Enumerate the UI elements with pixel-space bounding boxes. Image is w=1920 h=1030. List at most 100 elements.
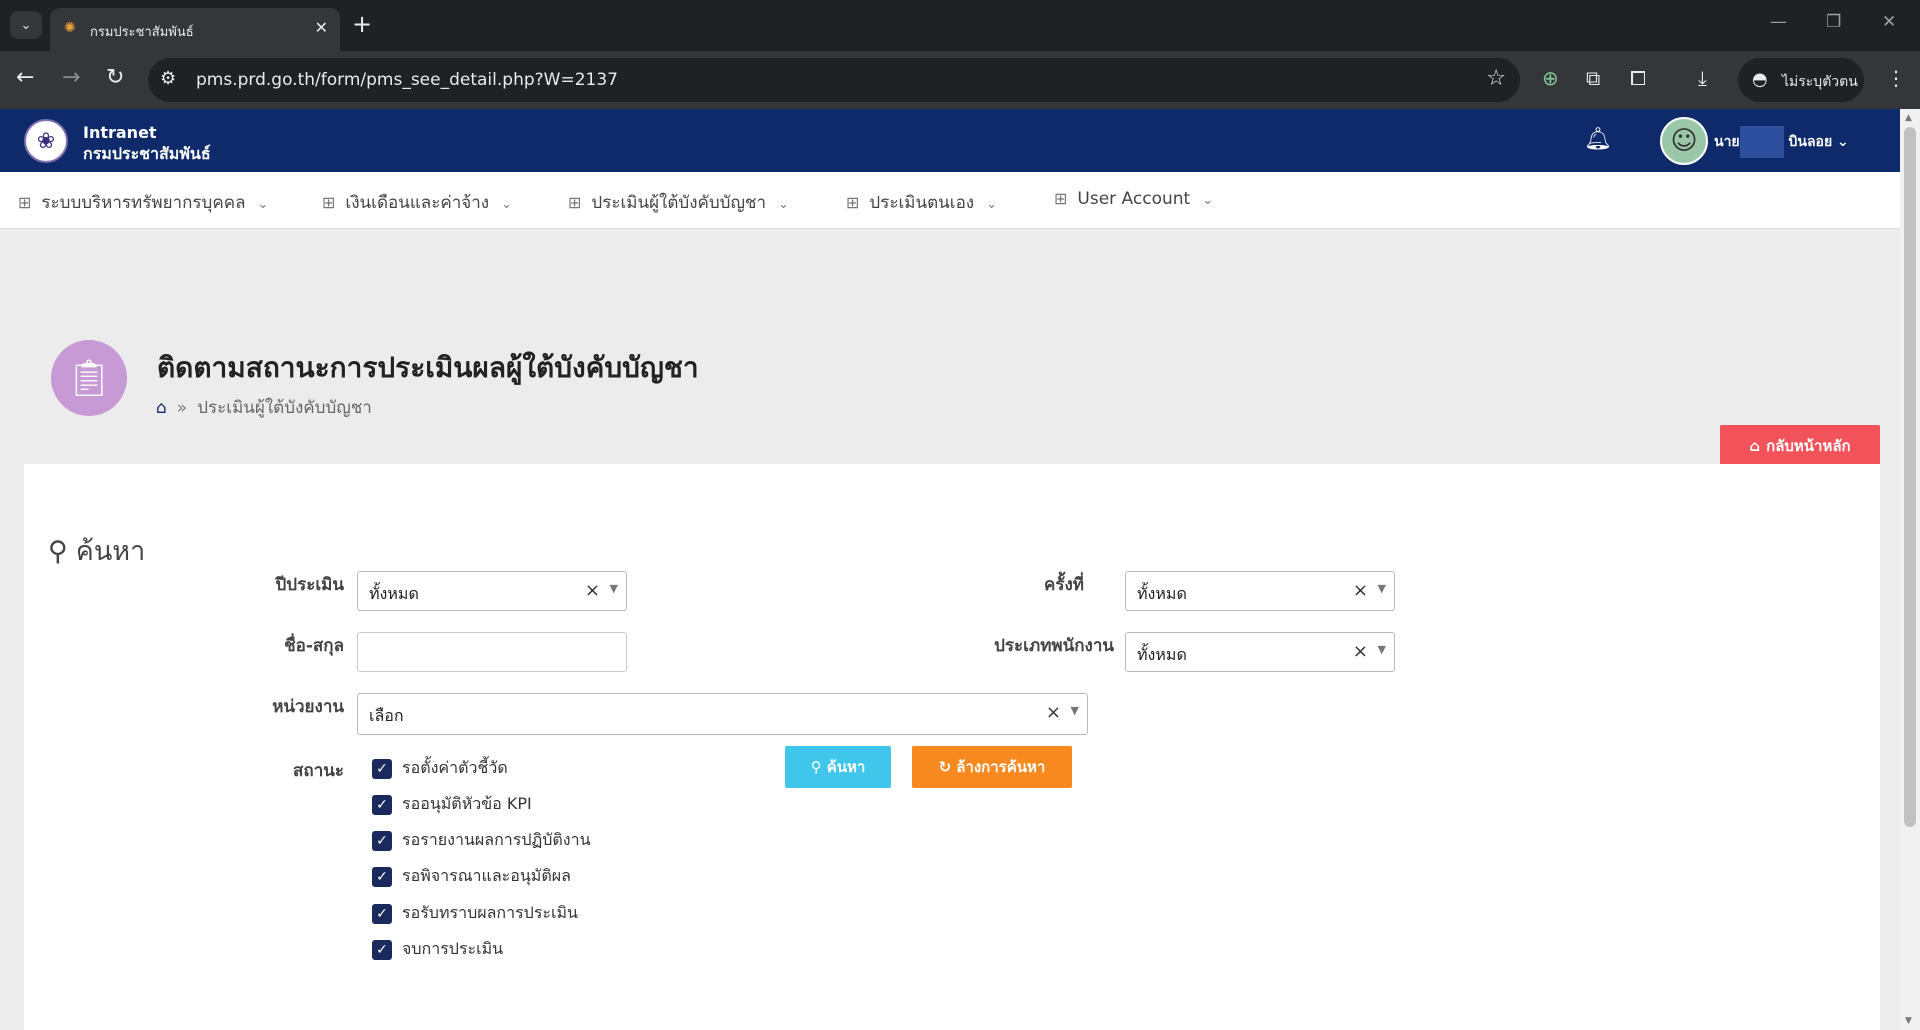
user-avatar[interactable]: ☺ [1660,117,1708,165]
back-home-button[interactable]: ⌂ กลับหน้าหลัก [1720,425,1880,466]
user-name-suffix: บินลอย [1788,134,1833,150]
status-option-label: รออนุมัติหัวข้อ KPI [402,794,532,813]
unit-label: หน่วยงาน [272,697,344,717]
breadcrumb-current[interactable]: ประเมินผู้ใต้บังคับบัญชา [197,398,372,418]
site-info-icon[interactable]: ⚙ [160,68,176,89]
menu-label: ประเมินผู้ใต้บังคับบัญชา [591,193,767,213]
extensions-puzzle-icon[interactable]: ⧠ [1630,66,1646,90]
clipboard-check-icon: 📋︎ [51,340,127,416]
address-bar[interactable]: ⚙ pms.prd.go.th/form/pms_see_detail.php?… [148,58,1520,102]
status-option-label: รอตั้งค่าตัวชี้วัด [402,758,508,777]
menu-self-evaluation[interactable]: ⊞ ประเมินตนเอง ⌄ [846,189,997,216]
page-title: ติดตามสถานะการประเมินผลผู้ใต้บังคับบัญชา [157,351,699,384]
refresh-icon: ↻ [938,758,952,776]
status-checkbox-row[interactable]: ✓ รอรับทราบผลการประเมิน [372,901,578,926]
browser-menu-icon[interactable]: ⋮ [1886,66,1906,90]
profile-label: ไม่ระบุตัวตน [1782,74,1858,90]
dropdown-arrow-icon[interactable]: ▼ [1378,643,1386,656]
checkbox-checked[interactable]: ✓ [372,903,392,924]
checkbox-checked[interactable]: ✓ [372,939,392,960]
status-checkbox-row[interactable]: ✓ รออนุมัติหัวข้อ KPI [372,792,532,817]
home-icon[interactable]: ⌂ [156,398,167,418]
extension-download-icon[interactable]: ⊕ [1542,66,1559,90]
unit-select[interactable]: เลือก × ▼ [357,693,1088,735]
dropdown-arrow-icon[interactable]: ▼ [1378,582,1386,595]
name-input[interactable] [357,632,627,672]
menu-hr-system[interactable]: ⊞ ระบบบริหารทรัพยากรบุคคล ⌄ [18,189,268,216]
dropdown-arrow-icon[interactable]: ▼ [1071,704,1079,717]
incognito-icon: ◓ [1752,69,1768,90]
brand-title: Intranet [83,123,157,142]
scrollbar-thumb[interactable] [1904,127,1916,827]
extension-screen-icon[interactable]: ⧉ [1586,66,1600,90]
status-checkbox-row[interactable]: ✓ รอตั้งค่าตัวชี้วัด [372,756,508,781]
bookmark-star-icon[interactable]: ☆ [1486,66,1506,91]
reload-icon[interactable]: ↻ [106,65,124,90]
status-option-label: รอพิจารณาและอนุมัติผล [402,866,571,885]
checkbox-checked[interactable]: ✓ [372,794,392,815]
year-select-value: ทั้งหมด [369,584,419,603]
browser-tabstrip: ⌄ ✺ กรมประชาสัมพันธ์ ✕ + — ❐ ✕ [0,0,1920,51]
search-button[interactable]: ⚲ ค้นหา [785,746,891,788]
checkbox-checked[interactable]: ✓ [372,758,392,779]
close-tab-icon[interactable]: ✕ [315,18,328,37]
round-select[interactable]: ทั้งหมด × ▼ [1125,571,1395,611]
user-name-prefix: นาย [1714,134,1740,150]
scroll-down-icon[interactable]: ▼ [1905,1016,1912,1026]
status-checkbox-row[interactable]: ✓ รอรายงานผลการปฏิบัติงาน [372,828,591,853]
back-home-label: กลับหน้าหลัก [1766,436,1851,455]
status-label: สถานะ [293,761,344,781]
menu-user-account[interactable]: ⊞ User Account ⌄ [1054,189,1213,209]
chevron-down-icon: ⌄ [257,197,269,212]
status-option-label: รอรับทราบผลการประเมิน [402,903,578,922]
menu-salary[interactable]: ⊞ เงินเดือนและค่าจ้าง ⌄ [322,189,512,216]
new-tab-icon[interactable]: + [352,10,372,38]
checkbox-checked[interactable]: ✓ [372,830,392,851]
browser-toolbar: ← → ↻ ⚙ pms.prd.go.th/form/pms_see_detai… [0,51,1920,109]
page-scrollbar[interactable]: ▲ ▼ [1900,109,1920,1030]
chevron-down-icon: ⌄ [778,197,789,212]
year-select[interactable]: ทั้งหมด × ▼ [357,571,627,611]
search-button-label: ค้นหา [826,758,866,776]
brand-subtitle: กรมประชาสัมพันธ์ [83,144,211,163]
status-checkbox-row[interactable]: ✓ จบการประเมิน [372,937,503,962]
downloads-icon[interactable]: ⤓ [1698,66,1707,90]
employee-type-select[interactable]: ทั้งหมด × ▼ [1125,632,1395,672]
main-menu: ⊞ ระบบบริหารทรัพยากรบุคคล ⌄ ⊞ เงินเดือนและค… [0,172,1900,229]
department-logo[interactable]: ❀ [24,119,68,163]
tab-search-button[interactable]: ⌄ [10,11,42,39]
minimize-icon[interactable]: — [1770,12,1787,32]
chevron-down-icon: ⌄ [1837,134,1849,150]
tab-title: กรมประชาสัมพันธ์ [90,25,194,40]
user-menu[interactable]: นาย บินลอย ⌄ [1714,126,1849,158]
status-option-label: รอรายงานผลการปฏิบัติงาน [402,830,591,849]
employee-type-select-value: ทั้งหมด [1137,645,1187,664]
clear-icon[interactable]: × [1353,580,1368,601]
window-close-icon[interactable]: ✕ [1882,12,1896,32]
grid-icon: ⊞ [846,193,860,212]
clear-icon[interactable]: × [1046,702,1061,723]
clear-search-button[interactable]: ↻ ล้างการค้นหา [912,746,1072,788]
unit-select-value: เลือก [369,706,404,725]
restore-icon[interactable]: ❐ [1826,12,1841,32]
status-checkbox-row[interactable]: ✓ รอพิจารณาและอนุมัติผล [372,864,571,889]
grid-icon: ⊞ [1054,189,1068,208]
back-arrow-icon[interactable]: ← [16,65,34,90]
url-text[interactable]: pms.prd.go.th/form/pms_see_detail.php?W=… [196,70,618,90]
site-favicon-icon: ✺ [64,20,76,36]
incognito-profile-button[interactable]: ◓ ไม่ระบุตัวตน [1738,58,1864,102]
round-select-value: ทั้งหมด [1137,584,1187,603]
dropdown-arrow-icon[interactable]: ▼ [610,582,618,595]
menu-label: User Account [1077,189,1191,209]
grid-icon: ⊞ [18,193,32,212]
browser-tab[interactable]: ✺ กรมประชาสัมพันธ์ ✕ [50,8,340,51]
checkbox-checked[interactable]: ✓ [372,866,392,887]
clear-icon[interactable]: × [1353,641,1368,662]
search-heading-text: ค้นหา [75,536,146,567]
scroll-up-icon[interactable]: ▲ [1905,113,1912,123]
chevron-down-icon: ⌄ [1202,193,1214,208]
clear-icon[interactable]: × [585,580,600,601]
forward-arrow-icon[interactable]: → [62,65,80,90]
menu-evaluate-subordinates[interactable]: ⊞ ประเมินผู้ใต้บังคับบัญชา ⌄ [568,189,789,216]
notification-bell-icon[interactable]: 🔔︎ [1584,127,1612,152]
